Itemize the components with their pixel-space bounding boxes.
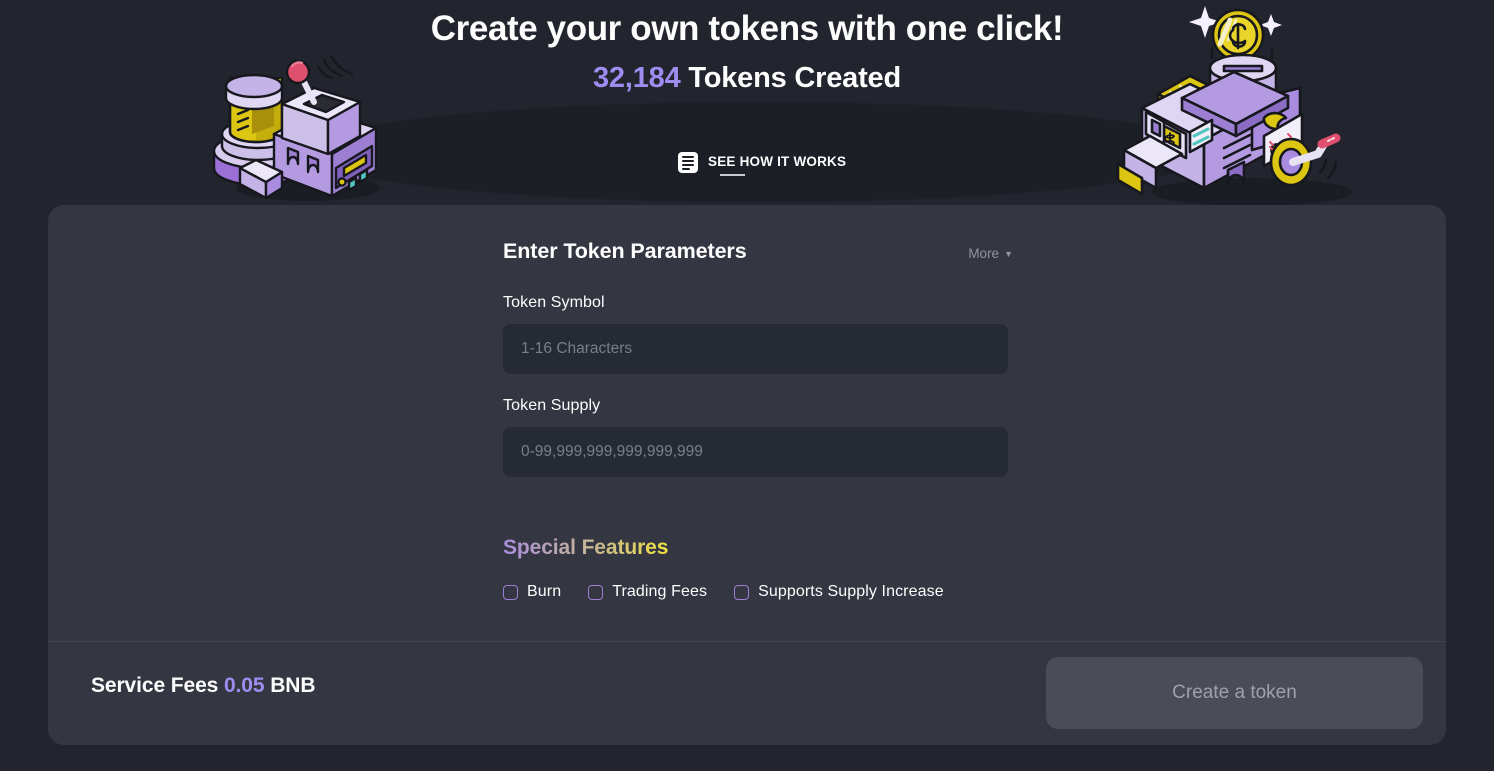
see-how-it-works-label: SEE HOW IT WORKS [708, 154, 846, 176]
special-features-list: Burn Trading Fees Supports Supply Increa… [503, 583, 1013, 601]
special-features-heading: Special Features [503, 536, 668, 560]
tokens-created-count: 32,184 [593, 62, 681, 94]
token-creation-card: Enter Token Parameters More ▼ Token Symb… [48, 205, 1446, 745]
checkbox-supports-supply-increase[interactable] [734, 584, 750, 600]
token-symbol-field-group: Token Symbol [503, 294, 1013, 374]
card-footer: Service Fees 0.05 BNB Create a token [48, 642, 1446, 745]
document-icon [678, 152, 698, 173]
more-label: More [968, 246, 1000, 261]
special-features-word-features: Features [581, 536, 669, 559]
coin-machine-illustration [1112, 0, 1360, 208]
token-supply-field-group: Token Supply [503, 397, 1013, 477]
form-title: Enter Token Parameters [503, 239, 747, 263]
token-machine-illustration [196, 52, 388, 204]
service-fees-amount: 0.05 [223, 674, 265, 697]
token-supply-input[interactable] [503, 427, 1008, 477]
token-supply-label: Token Supply [503, 397, 601, 414]
more-dropdown[interactable]: More ▼ [968, 246, 1013, 261]
chevron-down-icon: ▼ [1004, 249, 1013, 259]
service-fees-currency: BNB [264, 674, 316, 697]
tokens-created-suffix: Tokens Created [680, 62, 901, 94]
create-token-button[interactable]: Create a token [1046, 657, 1423, 729]
service-fees-label: Service Fees [91, 674, 224, 697]
service-fees: Service Fees 0.05 BNB [91, 674, 315, 698]
feature-trading-fees-label: Trading Fees [612, 583, 708, 600]
feature-burn[interactable]: Burn [503, 583, 561, 601]
token-parameters-form: Enter Token Parameters More ▼ Token Symb… [503, 239, 1013, 601]
feature-supports-supply-increase[interactable]: Supports Supply Increase [734, 583, 944, 601]
feature-supports-supply-increase-label: Supports Supply Increase [758, 583, 944, 600]
feature-trading-fees[interactable]: Trading Fees [588, 583, 707, 601]
see-how-it-works-button[interactable]: SEE HOW IT WORKS [678, 152, 846, 176]
card-body: Enter Token Parameters More ▼ Token Symb… [48, 205, 1446, 641]
feature-burn-label: Burn [527, 583, 562, 600]
token-symbol-label: Token Symbol [503, 294, 605, 311]
checkbox-burn[interactable] [503, 584, 518, 600]
checkbox-trading-fees[interactable] [588, 584, 604, 600]
form-header: Enter Token Parameters More ▼ [503, 239, 1013, 264]
hero-section: Create your own tokens with one click! 3… [0, 0, 1494, 210]
special-features-word-special: Special [503, 536, 582, 559]
token-symbol-input[interactable] [503, 324, 1008, 374]
